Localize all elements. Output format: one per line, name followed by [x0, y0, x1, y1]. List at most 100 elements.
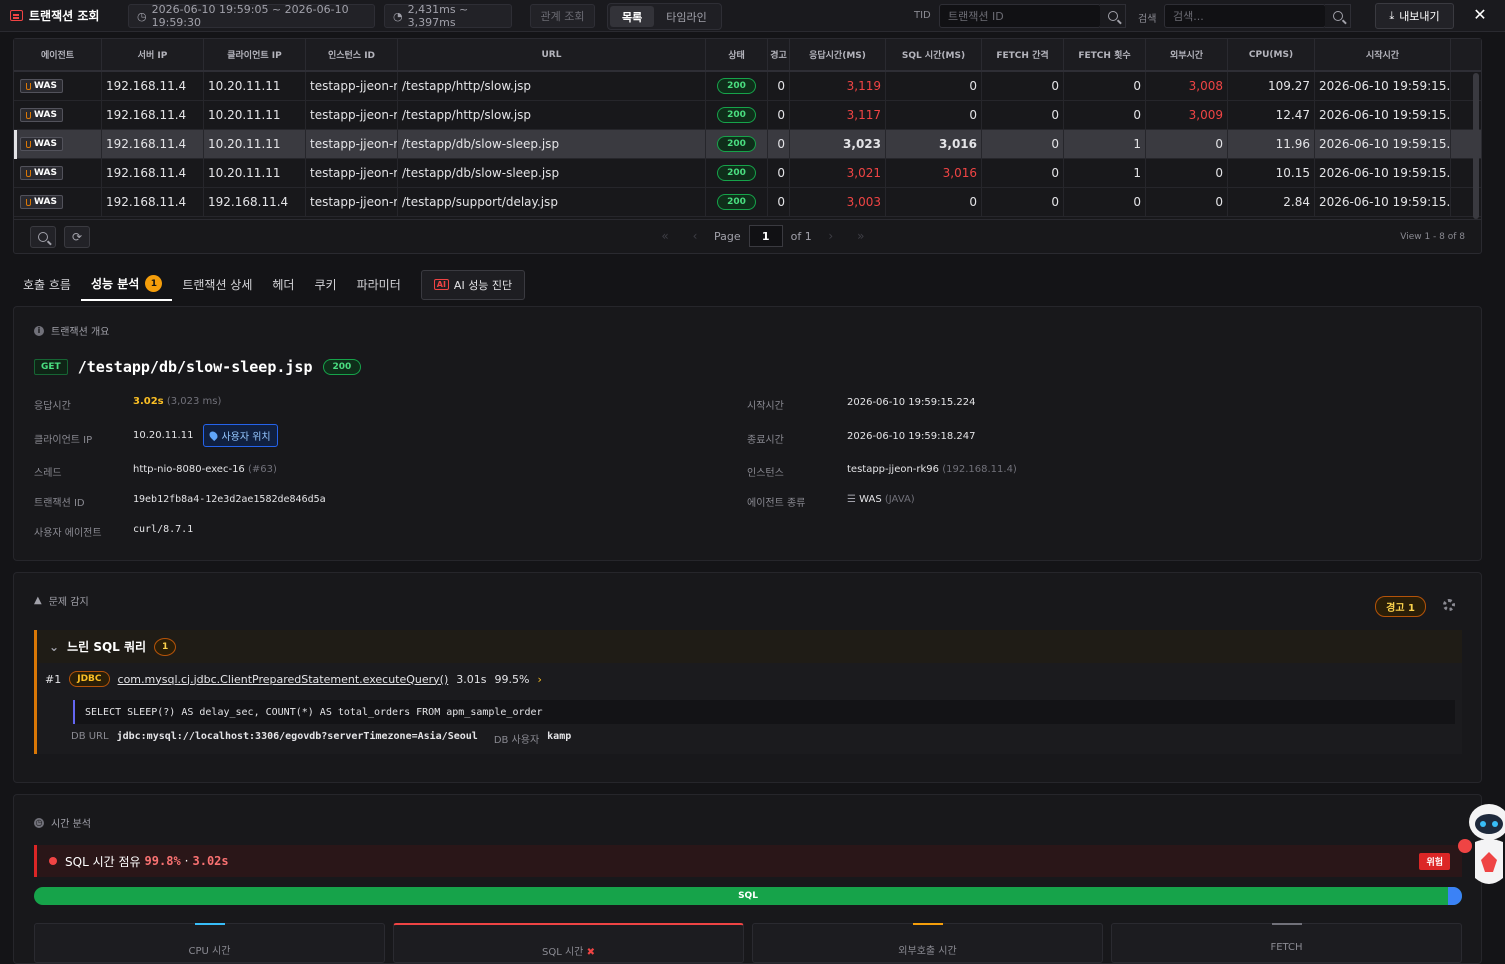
- table-cell-resp: 3,119: [790, 72, 886, 100]
- related-query-button[interactable]: 관계 조회: [530, 4, 595, 28]
- column-header[interactable]: 경고: [768, 39, 790, 70]
- thread-value: http-nio-8080-exec-16 (#63): [133, 464, 277, 475]
- view-timeline-button[interactable]: 타임라인: [654, 6, 718, 27]
- column-header[interactable]: FETCH 횟수: [1064, 39, 1146, 70]
- column-header[interactable]: CPU(MS): [1228, 39, 1315, 70]
- search-icon: [1332, 11, 1343, 21]
- table-cell-status: 200: [706, 101, 768, 129]
- refresh-button[interactable]: ⟳: [64, 226, 90, 248]
- info-icon: i: [34, 325, 44, 336]
- agent-type-label: 에이전트 종류: [747, 498, 806, 509]
- chevron-right-icon[interactable]: ›: [537, 673, 541, 686]
- column-header[interactable]: 에이전트: [14, 39, 102, 70]
- column-header[interactable]: 인스턴스 ID: [306, 39, 398, 70]
- db-url: jdbc:mysql://localhost:3306/egovdb?serve…: [116, 731, 478, 742]
- table-cell-inst: testapp-jjeon-rk96: [306, 188, 398, 216]
- column-header[interactable]: URL: [398, 39, 706, 70]
- table-cell-inst: testapp-jjeon-rk96: [306, 72, 398, 100]
- column-header[interactable]: SQL 시간(MS): [886, 39, 982, 70]
- tab-headers[interactable]: 헤더: [262, 268, 304, 301]
- table-cell-server: 192.168.11.4: [102, 130, 204, 158]
- assistant-robot-icon[interactable]: [1455, 800, 1505, 896]
- table-cell-agent: WAS: [14, 130, 102, 158]
- txid-label: 트랜잭션 ID: [34, 498, 85, 509]
- table-cell-cpu: 12.47: [1228, 101, 1315, 129]
- tab-transaction-detail[interactable]: 트랜잭션 상세: [172, 268, 262, 301]
- client-value: 10.20.11.11 사용자 위치: [133, 424, 278, 447]
- column-header[interactable]: 응답시간(MS): [790, 39, 886, 70]
- table-cell-ext: 0: [1146, 188, 1228, 216]
- table-cell-url: /testapp/db/slow-sleep.jsp: [398, 159, 706, 187]
- tab-call-flow[interactable]: 호출 흐름: [13, 268, 81, 301]
- tab-performance[interactable]: 성능 분석 1: [80, 268, 173, 301]
- table-cell-start: 2026-06-10 19:59:15.224: [1315, 130, 1451, 158]
- table-cell-ext: 3,009: [1146, 101, 1228, 129]
- date-range-picker[interactable]: ◷ 2026-06-10 19:59:05 ~ 2026-06-10 19:59:…: [128, 3, 375, 29]
- next-page-icon[interactable]: ›: [820, 229, 842, 243]
- table-cell-status: 200: [706, 72, 768, 100]
- table-row[interactable]: WAS 192.168.11.4 10.20.11.11 testapp-jjeon-…: [14, 130, 1481, 159]
- table-row[interactable]: WAS 192.168.11.4 10.20.11.11 testapp-jjeon-…: [14, 101, 1481, 130]
- export-button[interactable]: ⤓ 내보내기: [1375, 3, 1454, 29]
- table-cell-cpu: 109.27: [1228, 72, 1315, 100]
- table-cell-ext: 0: [1146, 130, 1228, 158]
- table-footer: ⟳ « ‹ Page 1 of 1 › » View 1 - 8 of 8: [14, 219, 1481, 253]
- client-label: 클라이언트 IP: [34, 435, 93, 446]
- search-input[interactable]: 검색...: [1164, 4, 1326, 28]
- column-header[interactable]: 외부시간: [1146, 39, 1228, 70]
- table-cell-agent: WAS: [14, 188, 102, 216]
- table-row[interactable]: WAS 192.168.11.4 10.20.11.11 testapp-jjeon-…: [14, 72, 1481, 101]
- java-icon: [26, 169, 31, 177]
- table-row[interactable]: WAS 192.168.11.4 192.168.11.4 testapp-jjeon…: [14, 188, 1481, 217]
- tab-parameters[interactable]: 파라미터: [347, 268, 411, 301]
- page-input[interactable]: 1: [748, 225, 783, 247]
- detail-tabs: 호출 흐름 성능 분석 1 트랜잭션 상세 헤더 쿠키 파라미터 AI AI 성능 …: [13, 268, 526, 301]
- gear-icon[interactable]: [1443, 599, 1455, 611]
- sql-method-link[interactable]: com.mysql.cj.jdbc.ClientPreparedStatemen…: [118, 673, 449, 686]
- fetch-card[interactable]: FETCH: [1111, 923, 1462, 963]
- instance-value: testapp-jjeon-rk96 (192.168.11.4): [847, 464, 1017, 475]
- table-cell-resp: 3,021: [790, 159, 886, 187]
- agent-badge: WAS: [20, 195, 63, 209]
- java-icon: [26, 140, 31, 148]
- agent-type-value: ☰ WAS (JAVA): [847, 494, 915, 505]
- view-list-button[interactable]: 목록: [610, 6, 655, 27]
- external-time-card[interactable]: 외부호출 시간: [752, 923, 1103, 963]
- ai-diagnosis-button[interactable]: AI AI 성능 진단: [420, 269, 526, 300]
- sql-percent: 99.5%: [494, 672, 530, 686]
- table-scrollbar[interactable]: [1473, 73, 1479, 219]
- table-row[interactable]: WAS 192.168.11.4 10.20.11.11 testapp-jjeon-…: [14, 159, 1481, 188]
- table-cell-fcnt: 1: [1064, 159, 1146, 187]
- table-cell-inst: testapp-jjeon-rk96: [306, 159, 398, 187]
- first-page-icon[interactable]: «: [654, 229, 676, 243]
- column-header[interactable]: FETCH 간격: [982, 39, 1064, 70]
- table-cell-fcnt: 0: [1064, 101, 1146, 129]
- column-header[interactable]: 상태: [706, 39, 768, 70]
- method-badge: GET: [34, 359, 68, 375]
- column-header[interactable]: 클라이언트 IP: [204, 39, 306, 70]
- column-header[interactable]: 시작시간: [1315, 39, 1451, 70]
- table-search-button[interactable]: [30, 226, 56, 248]
- table-cell-fcnt: 1: [1064, 130, 1146, 158]
- page-total: of 1: [790, 229, 812, 243]
- table-cell-agent: WAS: [14, 72, 102, 100]
- db-info: DB URL jdbc:mysql://localhost:3306/egovd…: [71, 731, 572, 746]
- tab-cookies[interactable]: 쿠키: [304, 268, 346, 301]
- table-cell-status: 200: [706, 130, 768, 158]
- user-location-button[interactable]: 사용자 위치: [203, 424, 278, 447]
- last-page-icon[interactable]: »: [850, 229, 872, 243]
- tid-input[interactable]: 트랜잭션 ID: [939, 4, 1101, 28]
- table-cell-status: 200: [706, 188, 768, 216]
- sql-time-card[interactable]: SQL 시간 ✖: [393, 923, 744, 963]
- prev-page-icon[interactable]: ‹: [684, 229, 706, 243]
- search-button[interactable]: [1325, 4, 1351, 28]
- response-range-filter[interactable]: ◔ 2,431ms ~ 3,397ms: [384, 3, 512, 29]
- tid-search-button[interactable]: [1100, 4, 1126, 28]
- transaction-table: 에이전트 서버 IP 클라이언트 IP 인스턴스 ID URL 상태 경고 응답시간(MS) S…: [13, 38, 1482, 254]
- table-cell-fint: 0: [982, 130, 1064, 158]
- timing-header: ◷ 시간 분석: [34, 817, 91, 830]
- slow-sql-header[interactable]: ⌄ 느린 SQL 쿼리 1: [37, 630, 1462, 663]
- close-icon[interactable]: ✕: [1472, 5, 1488, 25]
- column-header[interactable]: 서버 IP: [102, 39, 204, 70]
- cpu-time-card[interactable]: CPU 시간: [34, 923, 385, 963]
